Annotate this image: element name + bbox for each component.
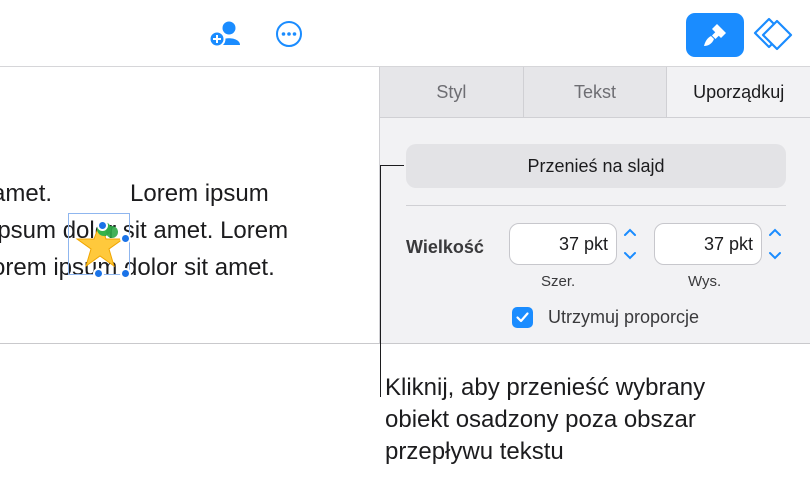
resize-handle-top-middle[interactable]	[97, 220, 108, 231]
text-line: ipsum dolor sit amet. Lorem	[0, 217, 289, 244]
text-line: orem ipsum dolor sit amet.	[0, 254, 275, 281]
height-field[interactable]: 37 pkt	[654, 223, 762, 265]
height-caption: Wys.	[688, 273, 722, 290]
callout-text: Kliknij, aby przenieść wybrany obiekt os…	[385, 372, 805, 468]
document-canvas[interactable]: amet. Lorem ipsum ipsum dolor sit amet. L…	[0, 67, 379, 343]
width-stepper[interactable]	[622, 225, 638, 263]
resize-handle-bottom-left[interactable]	[93, 268, 104, 279]
callout-pointer	[380, 165, 404, 166]
collaborate-button[interactable]	[206, 18, 244, 50]
section-divider	[406, 205, 786, 206]
height-stepper[interactable]	[767, 225, 783, 263]
callout-line-text: przepływu tekstu	[385, 438, 564, 465]
tab-style[interactable]: Styl	[380, 67, 524, 117]
document-diamond-icon	[753, 17, 793, 51]
add-collaborator-icon	[208, 21, 240, 48]
format-sidebar: Styl Tekst Uporządkuj Przenieś na slajd …	[379, 67, 811, 343]
document-button[interactable]	[752, 14, 796, 56]
constrain-proportions-label[interactable]: Utrzymuj proporcje	[548, 307, 699, 328]
size-label: Wielkość	[406, 237, 484, 257]
resize-handle-top-right[interactable]	[120, 233, 131, 244]
resize-handle-bottom-right[interactable]	[120, 268, 131, 279]
constrain-proportions-checkbox[interactable]	[512, 307, 533, 328]
text-line: Lorem ipsum	[130, 180, 269, 207]
app-window: amet. Lorem ipsum ipsum dolor sit amet. L…	[0, 0, 811, 344]
sidebar-tabs: Styl Tekst Uporządkuj	[380, 67, 811, 118]
ellipsis-icon	[276, 21, 302, 47]
more-button[interactable]	[272, 18, 306, 50]
selected-inline-object[interactable]	[68, 213, 131, 279]
checkmark-icon	[516, 312, 529, 323]
callout-line-text: Kliknij, aby przenieść wybrany	[385, 374, 706, 401]
format-button[interactable]	[686, 13, 744, 57]
callout-line	[380, 165, 381, 397]
stepper-arrows-icon	[769, 228, 781, 260]
body-text[interactable]: amet. Lorem ipsum ipsum dolor sit amet. L…	[0, 175, 379, 286]
stepper-arrows-icon	[624, 228, 636, 260]
toolbar	[0, 0, 810, 67]
width-caption: Szer.	[541, 273, 576, 290]
tab-text[interactable]: Tekst	[523, 67, 668, 117]
paintbrush-icon	[704, 24, 726, 46]
tab-arrange[interactable]: Uporządkuj	[667, 67, 811, 117]
text-line: amet.	[0, 180, 53, 207]
move-to-slide-button[interactable]: Przenieś na slajd	[406, 144, 786, 188]
callout-line-text: obiekt osadzony poza obszar	[385, 406, 696, 433]
width-field[interactable]: 37 pkt	[509, 223, 617, 265]
